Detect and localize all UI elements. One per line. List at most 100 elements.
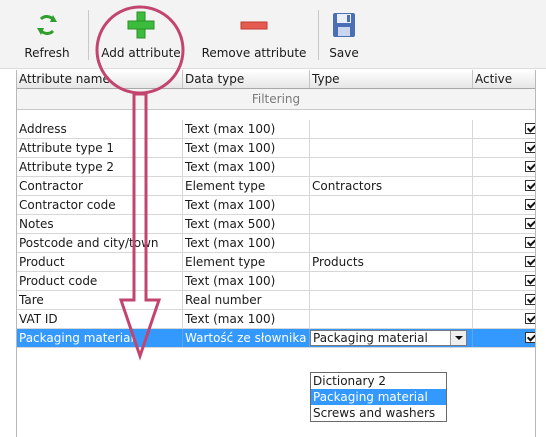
floppy-disk-icon xyxy=(329,10,359,40)
cell-attribute-name[interactable]: Tare xyxy=(17,291,183,309)
cell-type[interactable] xyxy=(310,215,473,233)
table-row[interactable]: Contractor Element type Contractors xyxy=(17,177,535,196)
cell-active xyxy=(473,329,535,347)
cell-type[interactable] xyxy=(310,120,473,138)
table-row[interactable]: Address Text (max 100) xyxy=(17,120,535,139)
cell-data-type[interactable]: Text (max 100) xyxy=(183,196,310,214)
cell-attribute-name[interactable]: Attribute type 2 xyxy=(17,158,183,176)
cell-data-type[interactable]: Element type xyxy=(183,177,310,195)
cell-data-type[interactable]: Element type xyxy=(183,253,310,271)
table-row[interactable]: Product Element type Products xyxy=(17,253,535,272)
cell-data-type[interactable]: Text (max 100) xyxy=(183,272,310,290)
refresh-label: Refresh xyxy=(24,46,70,60)
active-checkbox[interactable] xyxy=(525,332,535,343)
table-row[interactable]: Tare Real number xyxy=(17,291,535,310)
remove-attribute-label: Remove attribute xyxy=(201,46,307,60)
cell-type[interactable] xyxy=(310,310,473,328)
dropdown-option-packaging-material[interactable]: Packaging material xyxy=(311,389,446,405)
cell-data-type[interactable]: Text (max 100) xyxy=(183,310,310,328)
type-combo-box[interactable]: Packaging material xyxy=(310,330,467,346)
active-checkbox[interactable] xyxy=(525,180,535,191)
table-row[interactable]: Postcode and city/town Text (max 100) xyxy=(17,234,535,253)
cell-active xyxy=(473,234,535,252)
cell-active xyxy=(473,310,535,328)
dropdown-option-dictionary-2[interactable]: Dictionary 2 xyxy=(311,373,446,389)
table-row[interactable]: Notes Text (max 500) xyxy=(17,215,535,234)
table-row[interactable]: Contractor code Text (max 100) xyxy=(17,196,535,215)
column-header-data-type[interactable]: Data type xyxy=(183,70,310,88)
cell-active xyxy=(473,158,535,176)
save-button[interactable]: Save xyxy=(326,6,362,64)
active-checkbox[interactable] xyxy=(525,199,535,210)
cell-attribute-name[interactable]: Contractor xyxy=(17,177,183,195)
cell-data-type[interactable]: Real number xyxy=(183,291,310,309)
cell-data-type[interactable]: Text (max 500) xyxy=(183,215,310,233)
column-header-attribute-name[interactable]: Attribute name xyxy=(17,70,183,88)
cell-active xyxy=(473,120,535,138)
table-row[interactable]: Product code Text (max 100) xyxy=(17,272,535,291)
active-checkbox[interactable] xyxy=(525,123,535,134)
filter-row[interactable]: Filtering xyxy=(17,89,535,110)
table-row[interactable]: Attribute type 2 Text (max 100) xyxy=(17,158,535,177)
table-row-selected[interactable]: Packaging material Wartość ze słownika Pac… xyxy=(17,329,535,348)
add-attribute-label: Add attribute xyxy=(101,46,181,60)
cell-type[interactable]: Products xyxy=(310,253,473,271)
cell-attribute-name[interactable]: Packaging material xyxy=(17,329,183,347)
type-dropdown-list: Dictionary 2 Packaging material Screws a… xyxy=(310,372,447,422)
attributes-grid: Attribute name Data type Type Active Fil… xyxy=(16,70,536,437)
active-checkbox[interactable] xyxy=(525,294,535,305)
cell-data-type[interactable]: Text (max 100) xyxy=(183,234,310,252)
cell-data-type[interactable]: Text (max 100) xyxy=(183,158,310,176)
remove-attribute-button[interactable]: Remove attribute xyxy=(198,6,310,64)
active-checkbox[interactable] xyxy=(525,256,535,267)
cell-type[interactable] xyxy=(310,272,473,290)
cell-attribute-name[interactable]: Postcode and city/town xyxy=(17,234,183,252)
add-attribute-button[interactable]: Add attribute xyxy=(98,6,184,64)
cell-data-type[interactable]: Text (max 100) xyxy=(183,120,310,138)
active-checkbox[interactable] xyxy=(525,218,535,229)
refresh-icon xyxy=(32,10,62,40)
active-checkbox[interactable] xyxy=(525,161,535,172)
cell-attribute-name[interactable]: VAT ID xyxy=(17,310,183,328)
dropdown-option-screws-and-washers[interactable]: Screws and washers xyxy=(311,405,446,421)
refresh-button[interactable]: Refresh xyxy=(22,6,72,64)
active-checkbox[interactable] xyxy=(525,313,535,324)
table-row[interactable]: VAT ID Text (max 100) xyxy=(17,310,535,329)
toolbar-separator xyxy=(318,10,319,60)
minus-icon xyxy=(239,10,269,40)
cell-attribute-name[interactable]: Address xyxy=(17,120,183,138)
cell-type[interactable] xyxy=(310,139,473,157)
grid-header: Attribute name Data type Type Active xyxy=(17,70,535,89)
cell-attribute-name[interactable]: Attribute type 1 xyxy=(17,139,183,157)
cell-type[interactable] xyxy=(310,234,473,252)
table-row[interactable]: Attribute type 1 Text (max 100) xyxy=(17,139,535,158)
type-combo-value: Packaging material xyxy=(313,331,428,345)
cell-active xyxy=(473,253,535,271)
cell-type[interactable]: Contractors xyxy=(310,177,473,195)
cell-active xyxy=(473,215,535,233)
active-checkbox[interactable] xyxy=(525,237,535,248)
cell-attribute-name[interactable]: Contractor code xyxy=(17,196,183,214)
cell-active xyxy=(473,291,535,309)
column-header-active[interactable]: Active xyxy=(473,70,535,88)
cell-type[interactable] xyxy=(310,291,473,309)
cell-active xyxy=(473,196,535,214)
column-header-type[interactable]: Type xyxy=(310,70,473,88)
save-label: Save xyxy=(329,46,359,60)
chevron-down-icon[interactable] xyxy=(450,331,466,345)
cell-data-type[interactable]: Wartość ze słownika xyxy=(183,329,310,347)
cell-active xyxy=(473,177,535,195)
toolbar: Refresh Add attribute Remove attribute S… xyxy=(0,0,546,69)
cell-type[interactable] xyxy=(310,196,473,214)
active-checkbox[interactable] xyxy=(525,275,535,286)
cell-attribute-name[interactable]: Notes xyxy=(17,215,183,233)
cell-type[interactable] xyxy=(310,158,473,176)
toolbar-separator xyxy=(88,10,89,60)
cell-active xyxy=(473,272,535,290)
cell-active xyxy=(473,139,535,157)
cell-attribute-name[interactable]: Product code xyxy=(17,272,183,290)
active-checkbox[interactable] xyxy=(525,142,535,153)
cell-data-type[interactable]: Text (max 100) xyxy=(183,139,310,157)
plus-icon xyxy=(126,10,156,40)
cell-attribute-name[interactable]: Product xyxy=(17,253,183,271)
